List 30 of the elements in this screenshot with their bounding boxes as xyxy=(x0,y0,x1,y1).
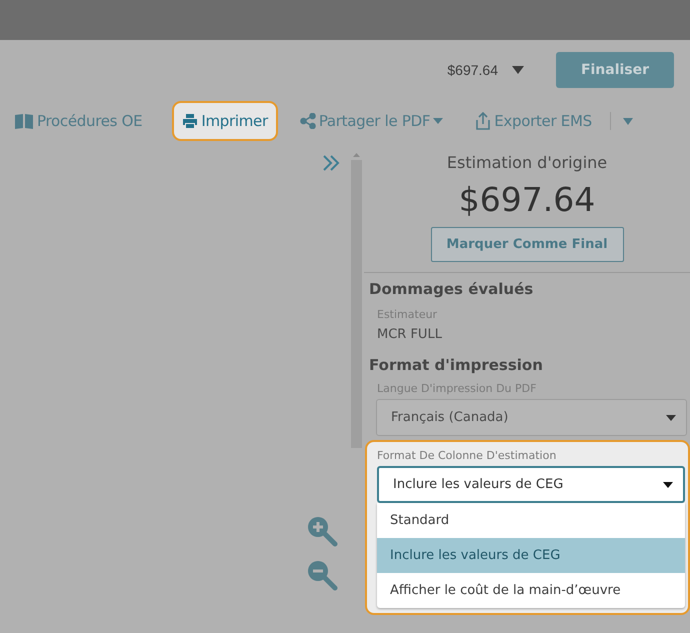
caret-icon[interactable] xyxy=(622,118,633,124)
dropdown-option[interactable]: Standard xyxy=(377,503,685,538)
book-icon xyxy=(14,113,34,129)
dropdown-option[interactable]: Afficher le coût de la main-d’œuvre xyxy=(377,573,685,608)
zoom-out-icon[interactable] xyxy=(306,559,338,591)
estimate-amount: $697.64 xyxy=(458,180,596,219)
section-heading: Format d'impression xyxy=(369,356,544,374)
language-select[interactable]: Français (Canada) xyxy=(376,399,687,436)
field-value: MCR FULL xyxy=(377,327,443,342)
printer-icon xyxy=(182,113,198,129)
estimate-total: $697.64 xyxy=(447,62,498,78)
field-label: Format De Colonne D'estimation xyxy=(377,449,558,462)
dropdown-option[interactable]: Inclure les valeurs de CEG xyxy=(377,538,685,573)
export-icon xyxy=(475,112,492,130)
column-format-select[interactable]: Inclure les valeurs de CEG xyxy=(377,466,685,503)
toolbar-button[interactable]: Exporter EMS xyxy=(473,101,602,141)
estimate-title: Estimation d'origine xyxy=(446,153,608,172)
mark-final-button[interactable]: Marquer Comme Final xyxy=(430,227,624,262)
zoom-in-icon[interactable] xyxy=(306,515,338,547)
section-heading: Dommages évalués xyxy=(369,280,534,298)
share-icon xyxy=(300,113,316,129)
chevron-icon[interactable] xyxy=(322,155,340,171)
toolbar-button[interactable]: Procédures OE xyxy=(12,101,152,141)
toolbar-button[interactable]: Partager le PDF xyxy=(298,101,454,141)
toolbar-button[interactable]: Imprimer xyxy=(172,101,278,141)
caret-icon xyxy=(663,482,673,488)
scroll-up-icon[interactable] xyxy=(353,153,360,157)
finalize-button[interactable]: Finaliser xyxy=(556,52,674,88)
caret-icon xyxy=(666,414,676,420)
caret-icon[interactable] xyxy=(512,66,524,74)
